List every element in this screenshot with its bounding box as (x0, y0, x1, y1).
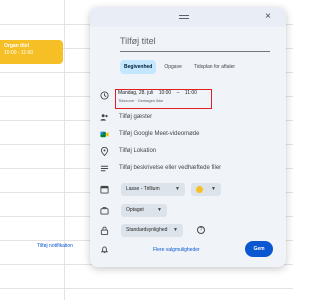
visibility-select[interactable]: Standardsynlighed ▼ (121, 224, 183, 237)
event-title: Organ titel (4, 43, 30, 49)
meet-icon (100, 130, 109, 139)
add-guests-row[interactable]: Tilføj gæster (119, 114, 152, 120)
tab-appointment-schedule[interactable]: Tidsplan for aftaler (190, 60, 239, 74)
chevron-down-icon: ▼ (211, 186, 216, 192)
tab-task[interactable]: Opgave (160, 60, 186, 74)
timezone-repeat-link[interactable]: Tidszone · Gentages ikke (118, 98, 163, 103)
time-separator: – (176, 90, 180, 96)
add-meet-row[interactable]: Tilføj Google Meet-videomøde (119, 131, 199, 137)
status-select[interactable]: Optaget ▼ (121, 204, 167, 217)
dialog-drag-bar[interactable]: × (90, 7, 286, 27)
grid-line (0, 288, 293, 289)
calendar-select-value: Lasse - Trillium (126, 186, 160, 192)
visibility-select-value: Standardsynlighed (126, 227, 168, 233)
chevron-down-icon: ▼ (175, 186, 180, 192)
help-icon[interactable]: ? (197, 226, 205, 234)
more-options-button[interactable]: Flere valgmuligheder (153, 247, 200, 253)
start-time[interactable]: 10:00 (159, 90, 172, 96)
tab-event[interactable]: Begivenhed (120, 60, 157, 74)
add-location-row[interactable]: Tilføj Lokation (119, 148, 156, 154)
end-time[interactable]: 11:00 (185, 90, 197, 96)
chevron-down-icon: ▼ (173, 227, 178, 233)
color-select[interactable]: ▼ (191, 183, 221, 196)
drag-handle-icon[interactable] (179, 15, 189, 19)
bell-icon (100, 245, 109, 254)
event-type-tabs: Begivenhed Opgave Tidsplan for aftaler (120, 60, 239, 74)
briefcase-icon (100, 206, 109, 215)
save-button[interactable]: Gem (245, 241, 273, 257)
calendar-event-chip[interactable]: Organ titel 10:00 - 11:00 (0, 40, 63, 64)
add-notification-link[interactable]: Tilføj notifikation (37, 243, 73, 249)
lock-icon (100, 226, 109, 235)
calendar-icon (100, 185, 109, 194)
title-input[interactable]: Tilføj titel (120, 36, 270, 52)
people-icon (100, 113, 109, 122)
status-select-value: Optaget (126, 207, 144, 213)
description-lines-icon (100, 164, 109, 173)
add-description-row[interactable]: Tilføj beskrivelse eller vedhæftede file… (119, 165, 221, 171)
event-date[interactable]: Mandag, 28. juli (118, 90, 153, 96)
grid-column-line (64, 0, 65, 300)
event-color-dot (196, 186, 203, 193)
datetime-row[interactable]: Mandag, 28. juli 10:00 – 11:00 (118, 90, 201, 96)
close-icon[interactable]: × (262, 11, 274, 23)
clock-icon (100, 91, 109, 100)
chevron-down-icon: ▼ (157, 207, 162, 213)
event-time: 10:00 - 11:00 (4, 50, 34, 56)
location-pin-icon (100, 146, 109, 157)
event-dialog: × Tilføj titel Begivenhed Opgave Tidspla… (90, 7, 286, 267)
calendar-select[interactable]: Lasse - Trillium ▼ (121, 183, 185, 196)
